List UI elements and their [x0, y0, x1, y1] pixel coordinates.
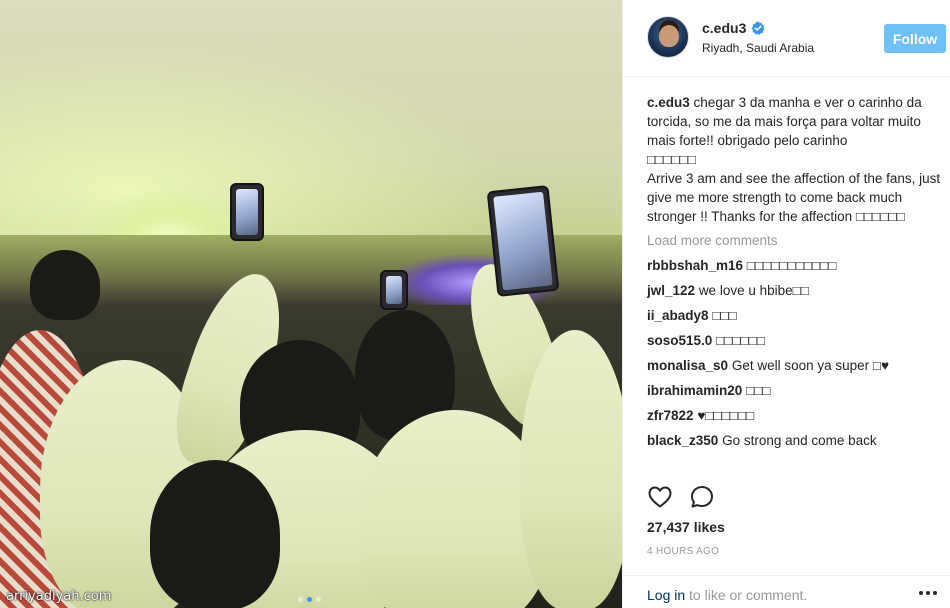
- photo-person-head: [30, 250, 100, 320]
- comment-text: □□□: [712, 308, 737, 323]
- comment-text: ♥□□□□□□: [697, 408, 755, 423]
- photo-phone: [380, 270, 408, 310]
- comment-username[interactable]: jwl_122: [647, 283, 695, 298]
- comment-item: rbbbshah_m16 □□□□□□□□□□□: [647, 257, 943, 275]
- caption-author[interactable]: c.edu3: [647, 95, 690, 110]
- post-photo[interactable]: arriyadiyah.com: [0, 0, 622, 608]
- post-footer: Log in to like or comment.: [623, 575, 950, 608]
- verified-badge-icon: [751, 21, 765, 35]
- comment-username[interactable]: ibrahimamin20: [647, 383, 742, 398]
- comment-item: ii_abady8 □□□: [647, 307, 943, 325]
- post-actions: [647, 484, 715, 510]
- comment-item: jwl_122 we love u hbibe□□: [647, 282, 943, 300]
- comment-text: Go strong and come back: [722, 433, 877, 448]
- location-link[interactable]: Riyadh, Saudi Arabia: [702, 41, 814, 55]
- avatar[interactable]: [647, 16, 689, 58]
- load-more-comments-button[interactable]: Load more comments: [647, 232, 943, 250]
- login-prompt-text: to like or comment.: [685, 587, 808, 603]
- comment-item: ibrahimamin20 □□□: [647, 382, 943, 400]
- caption-text-en: Arrive 3 am and see the affection of the…: [647, 171, 941, 224]
- comment-text: □□□□□□: [716, 333, 765, 348]
- comment-item: monalisa_s0 Get well soon ya super □♥: [647, 357, 943, 375]
- comment-text: □□□: [746, 383, 771, 398]
- comment-username[interactable]: zfr7822: [647, 408, 694, 423]
- heart-icon[interactable]: [647, 484, 673, 510]
- post-sidebar: c.edu3 Riyadh, Saudi Arabia Follow c.edu…: [622, 0, 950, 608]
- carousel-dots: [298, 597, 321, 602]
- comment-username[interactable]: monalisa_s0: [647, 358, 728, 373]
- comment-username[interactable]: ii_abady8: [647, 308, 709, 323]
- watermark: arriyadiyah.com: [6, 589, 112, 604]
- login-link[interactable]: Log in: [647, 587, 685, 603]
- login-prompt: Log in to like or comment.: [647, 587, 807, 603]
- comment-item: black_z350 Go strong and come back: [647, 432, 943, 450]
- follow-button[interactable]: Follow: [884, 24, 946, 53]
- comment-username[interactable]: black_z350: [647, 433, 718, 448]
- post-header: c.edu3 Riyadh, Saudi Arabia Follow: [623, 0, 950, 77]
- comment-text: we love u hbibe□□: [698, 283, 809, 298]
- more-options-icon[interactable]: [919, 585, 939, 601]
- photo-person-head: [150, 460, 280, 608]
- comment-username[interactable]: rbbbshah_m16: [647, 258, 743, 273]
- caption: c.edu3 chegar 3 da manha e ver o carinho…: [647, 93, 943, 226]
- username-row: c.edu3: [702, 20, 765, 36]
- photo-phone: [230, 183, 264, 241]
- comment-text: □□□□□□□□□□□: [746, 258, 837, 273]
- username-link[interactable]: c.edu3: [702, 20, 746, 36]
- photo-phone: [486, 185, 560, 297]
- comment-text: Get well soon ya super □♥: [731, 358, 890, 373]
- post-timestamp[interactable]: 4 HOURS AGO: [647, 546, 719, 557]
- caption-emoji: □□□□□□: [647, 152, 696, 167]
- likes-count[interactable]: 27,437 likes: [647, 519, 725, 535]
- comment-icon[interactable]: [689, 484, 715, 510]
- comment-item: zfr7822 ♥□□□□□□: [647, 407, 943, 425]
- comment-item: soso515.0 □□□□□□: [647, 332, 943, 350]
- photo-person: [520, 330, 622, 608]
- comments-section: c.edu3 chegar 3 da manha e ver o carinho…: [647, 93, 943, 450]
- comment-username[interactable]: soso515.0: [647, 333, 712, 348]
